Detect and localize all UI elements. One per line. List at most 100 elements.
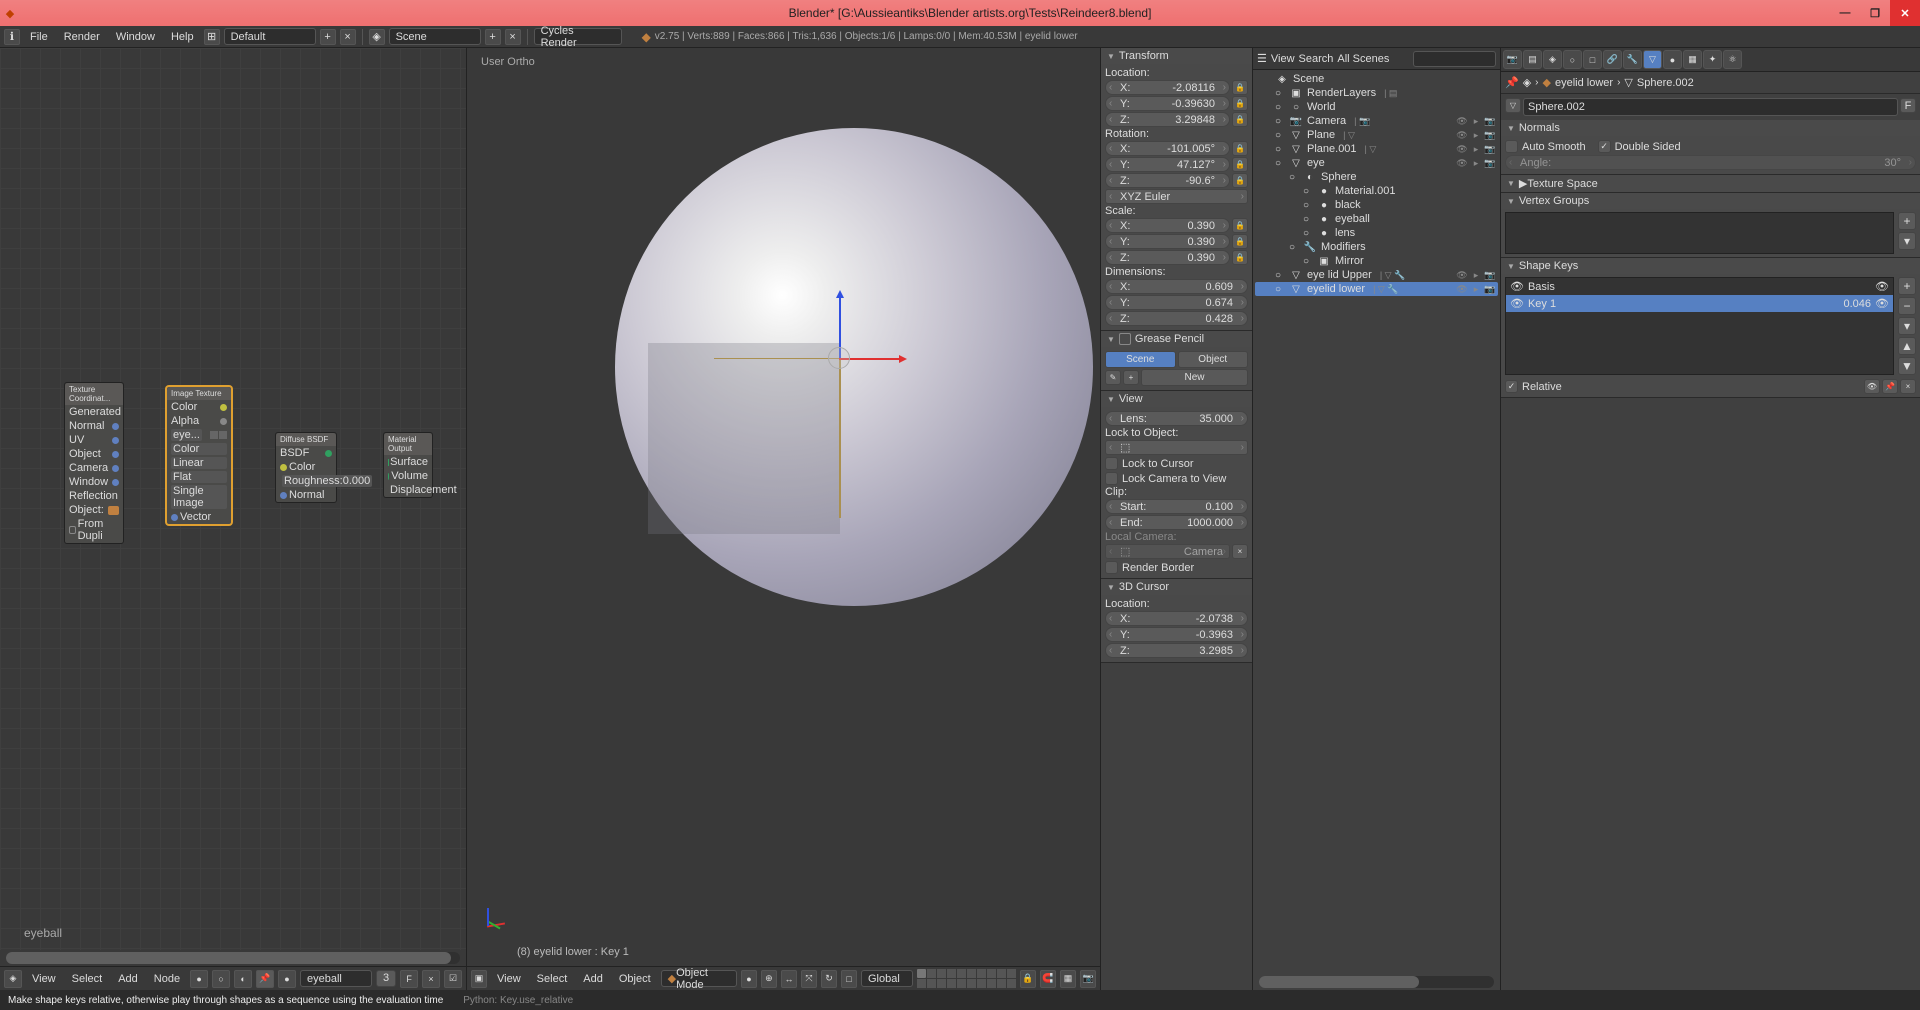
mesh-name-field[interactable]: Sphere.002 — [1523, 98, 1898, 116]
scene-add-icon[interactable]: + — [485, 29, 501, 45]
cursor-y-field[interactable]: Y:-0.3963 — [1105, 627, 1248, 642]
outliner-tree[interactable]: ◈Scene○▣RenderLayers| ▤○○World○📷Camera| … — [1253, 70, 1500, 974]
snap-icon[interactable]: 🧲 — [1040, 970, 1056, 988]
render-preview-icon[interactable]: 📷 — [1080, 970, 1096, 988]
tab-data-icon[interactable]: ▽ — [1643, 50, 1662, 69]
gizmo-center[interactable] — [828, 347, 850, 369]
outliner-search-input[interactable] — [1413, 51, 1496, 67]
panel-view-header[interactable]: View — [1101, 391, 1252, 407]
menu-select[interactable]: Select — [66, 972, 109, 986]
pin-icon[interactable]: 📌 — [1505, 76, 1519, 89]
editor-type-icon[interactable]: ◈ — [4, 970, 22, 988]
gp-new-button[interactable]: New — [1141, 369, 1248, 386]
material-browse-icon[interactable]: ● — [278, 970, 296, 988]
close-button[interactable]: ✕ — [1890, 0, 1920, 26]
auto-smooth-checkbox[interactable]: Auto Smooth — [1505, 139, 1586, 154]
node-diffuse-bsdf[interactable]: Diffuse BSDF BSDF Color Roughness:0.000 … — [275, 432, 337, 503]
mode-dropdown[interactable]: ◆ Object Mode — [661, 970, 737, 987]
outliner-item[interactable]: ○○World — [1255, 100, 1498, 114]
menu-object[interactable]: Object — [613, 972, 657, 986]
shapekey-key1-row[interactable]: 👁Key 10.046👁 — [1506, 295, 1893, 312]
screen-delete-icon[interactable]: × — [340, 29, 356, 45]
menu-view[interactable]: View — [491, 972, 527, 986]
scene-dropdown[interactable]: Scene — [389, 28, 481, 45]
lock-icon[interactable]: 🔒 — [1232, 234, 1248, 249]
maximize-button[interactable]: ❐ — [1860, 0, 1890, 26]
editor-type-icon[interactable]: ▣ — [471, 970, 487, 988]
outliner-item[interactable]: ○▽eye👁▸📷 — [1255, 156, 1498, 170]
snap-element-icon[interactable]: ▦ — [1060, 970, 1076, 988]
location-z-field[interactable]: Z:3.29848 — [1105, 112, 1230, 127]
use-nodes-toggle[interactable]: ☑ — [444, 970, 462, 988]
node-scrollbar[interactable] — [6, 952, 460, 964]
rotation-y-field[interactable]: Y:47.127° — [1105, 157, 1230, 172]
menu-window[interactable]: Window — [110, 30, 161, 44]
menu-add[interactable]: Add — [112, 972, 144, 986]
outliner-item[interactable]: ○●eyeball — [1255, 212, 1498, 226]
shapekey-menu-button[interactable]: ▾ — [1898, 317, 1916, 335]
shapekey-down-button[interactable]: ▼ — [1898, 357, 1916, 375]
screen-browse-icon[interactable]: ⊞ — [204, 29, 220, 45]
panel-cursor-header[interactable]: 3D Cursor — [1101, 579, 1252, 595]
menu-render[interactable]: Render — [58, 30, 106, 44]
outliner-item[interactable]: ○▽eyelid lower| ▽ 🔧👁▸📷 — [1255, 282, 1498, 296]
manipulator-translate-icon[interactable]: ⤧ — [801, 970, 817, 988]
fake-user-button[interactable]: F — [1900, 98, 1916, 113]
menu-node[interactable]: Node — [148, 972, 186, 986]
tab-material-icon[interactable]: ● — [1663, 50, 1682, 69]
tab-constraints-icon[interactable]: 🔗 — [1603, 50, 1622, 69]
lock-icon[interactable]: 🔒 — [1232, 141, 1248, 156]
lock-icon[interactable]: 🔒 — [1232, 250, 1248, 265]
outliner-item[interactable]: ○▣RenderLayers| ▤ — [1255, 86, 1498, 100]
dim-y-field[interactable]: Y:0.674 — [1105, 295, 1248, 310]
menu-help[interactable]: Help — [165, 30, 200, 44]
lock-icon[interactable]: 🔒 — [1232, 80, 1248, 95]
rotation-z-field[interactable]: Z:-90.6° — [1105, 173, 1230, 188]
tab-object-icon[interactable]: □ — [1583, 50, 1602, 69]
render-border-checkbox[interactable]: Render Border — [1105, 560, 1248, 575]
location-y-field[interactable]: Y:-0.39630 — [1105, 96, 1230, 111]
outliner-item[interactable]: ○🔧Modifiers — [1255, 240, 1498, 254]
tab-layers-icon[interactable]: ▤ — [1523, 50, 1542, 69]
lock-icon[interactable]: 🔒 — [1232, 218, 1248, 233]
shapekeys-list[interactable]: 👁Basis👁 👁Key 10.046👁 — [1505, 277, 1894, 375]
lock-layers-icon[interactable]: 🔒 — [1020, 970, 1036, 988]
gp-unlink-icon[interactable]: ✎ — [1105, 370, 1121, 385]
dim-x-field[interactable]: X:0.609 — [1105, 279, 1248, 294]
material-unlink-icon[interactable]: × — [422, 970, 440, 988]
tree-type-world-icon[interactable]: ○ — [212, 970, 230, 988]
node-image-texture[interactable]: Image Texture Color Alpha eye... Color L… — [166, 386, 232, 525]
shapekey-up-button[interactable]: ▲ — [1898, 337, 1916, 355]
menu-add[interactable]: Add — [577, 972, 609, 986]
scale-z-field[interactable]: Z:0.390 — [1105, 250, 1230, 265]
outliner-item[interactable]: ○▽eye lid Upper| ▽ 🔧👁▸📷 — [1255, 268, 1498, 282]
view3d-viewport[interactable]: User Ortho (8) eyelid lower : Key 1 — [467, 48, 1100, 966]
node-texture-coordinate[interactable]: Texture Coordinat... Generated Normal UV… — [64, 382, 124, 544]
gp-object-button[interactable]: Object — [1178, 351, 1249, 368]
outliner-scrollbar[interactable] — [1259, 976, 1494, 988]
viewport-shading-icon[interactable]: ● — [741, 970, 757, 988]
outliner-display-dropdown[interactable]: All Scenes — [1337, 53, 1409, 65]
tab-render-icon[interactable]: 📷 — [1503, 50, 1522, 69]
shapekey-remove-button[interactable]: − — [1898, 297, 1916, 315]
panel-grease-header[interactable]: Grease Pencil — [1101, 331, 1252, 347]
panel-texspace-header[interactable]: ▶ Texture Space — [1501, 175, 1920, 192]
scene-link-icon[interactable]: ◈ — [1523, 76, 1531, 89]
shapekey-edit-icon[interactable]: 👁 — [1864, 379, 1880, 394]
render-engine-dropdown[interactable]: Cycles Render — [534, 28, 622, 45]
screen-layout-dropdown[interactable]: Default — [224, 28, 316, 45]
lock-cursor-checkbox[interactable]: Lock to Cursor — [1105, 456, 1248, 471]
mesh-browse-icon[interactable]: ▽ — [1505, 98, 1521, 113]
shapekey-basis-row[interactable]: 👁Basis👁 — [1506, 278, 1893, 295]
gp-scene-button[interactable]: Scene — [1105, 351, 1176, 368]
editor-type-icon[interactable]: ☰ — [1257, 52, 1267, 65]
dim-z-field[interactable]: Z:0.428 — [1105, 311, 1248, 326]
shapekey-clear-icon[interactable]: × — [1900, 379, 1916, 394]
relative-checkbox[interactable]: ✓Relative — [1505, 379, 1562, 394]
tab-modifiers-icon[interactable]: 🔧 — [1623, 50, 1642, 69]
transform-gizmo[interactable] — [839, 358, 840, 359]
scene-browse-icon[interactable]: ◈ — [369, 29, 385, 45]
vertex-groups-list[interactable] — [1505, 212, 1894, 254]
minimize-button[interactable]: — — [1830, 0, 1860, 26]
vgroup-menu-button[interactable]: ▾ — [1898, 232, 1916, 250]
